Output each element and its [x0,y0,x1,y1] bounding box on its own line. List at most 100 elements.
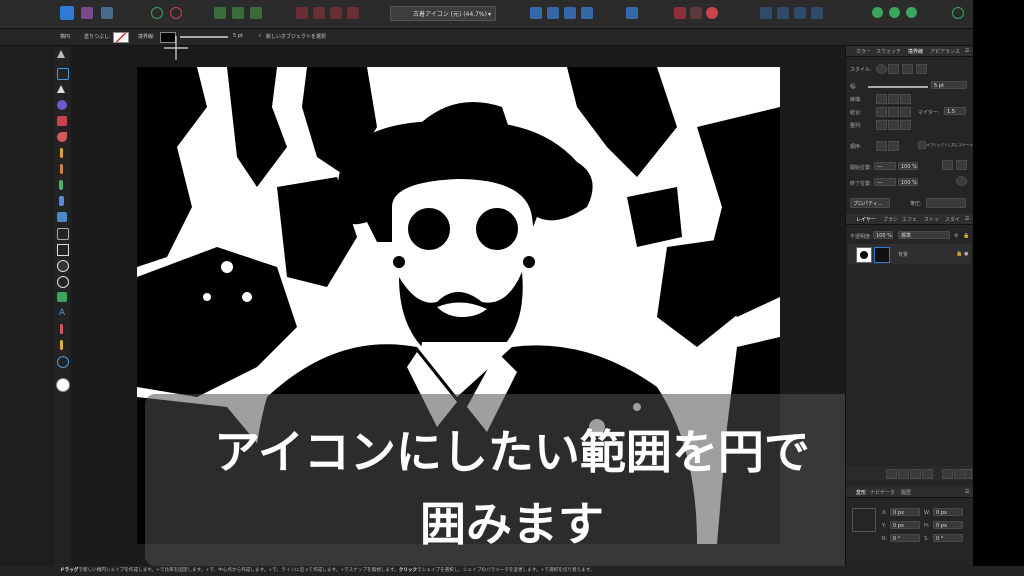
flip-horizontal-icon[interactable] [530,7,542,19]
new-folder-icon[interactable] [942,469,953,479]
move-tool-icon[interactable] [57,50,65,58]
delete-icon[interactable] [964,469,972,479]
tab-stock[interactable]: ストッ [924,216,939,223]
add-layer-icon[interactable] [886,469,897,479]
pen-tool-icon[interactable] [57,132,67,142]
end-scale-input[interactable]: 100 % [898,178,918,186]
boolean-xor-icon[interactable] [347,7,359,19]
tab-effects[interactable]: エフェ [902,216,917,223]
align-inside-icon[interactable] [888,120,899,130]
x-input[interactable]: 0 px [890,508,920,516]
artboard-tool-icon[interactable] [57,68,69,80]
tab-layers[interactable]: レイヤー [856,216,876,223]
lock-icon[interactable]: 🔒 [956,251,962,257]
settings-icon[interactable] [151,7,163,19]
zoom-tool-icon[interactable] [57,356,69,368]
layer-icon[interactable] [794,7,806,19]
scale-checkbox[interactable] [918,141,926,149]
start-arrow-select[interactable]: — [874,162,896,170]
y-input[interactable]: 0 px [890,521,920,529]
snap-icon[interactable] [690,7,702,19]
adjustment-icon[interactable] [910,469,921,479]
checkbox-icon[interactable]: ✓ [258,33,262,39]
visibility-icon[interactable]: ● [964,251,968,257]
tab-navigator[interactable]: ナビゲータ [870,489,895,496]
tab-stroke[interactable]: 境界線 [908,48,923,55]
layer-icon[interactable] [760,7,772,19]
tab-color[interactable]: カラー [856,48,871,55]
snap-icon[interactable] [674,7,686,19]
cap-butt-icon[interactable] [876,94,887,104]
arrow-position-icon[interactable] [956,160,967,170]
arrange-icon[interactable] [626,7,638,19]
fx-icon[interactable] [922,469,933,479]
start-scale-input[interactable]: 100 % [898,162,918,170]
flip-vertical-icon[interactable] [547,7,559,19]
crop-tool-icon[interactable] [57,228,69,240]
text-tool-icon[interactable]: A [57,308,67,318]
properties-button[interactable]: プロパティ... [850,198,890,208]
shape-tool-icon[interactable] [57,292,67,302]
shape-tool-icon[interactable] [57,276,69,288]
anchor-grid-icon[interactable] [852,508,876,532]
color-picker-icon[interactable] [60,324,63,334]
pixel-brush-icon[interactable] [59,180,63,190]
end-arrow-select[interactable]: — [874,178,896,186]
opacity-input[interactable]: 100 % [873,231,893,239]
align-icon[interactable] [214,7,226,19]
corner-tool-icon[interactable] [57,100,67,110]
cap-square-icon[interactable] [900,94,911,104]
persona-pixel-icon[interactable] [81,7,93,19]
cap-round-icon[interactable] [888,94,899,104]
tab-brushes[interactable]: ブラシ [883,216,898,223]
fill-swatch[interactable] [113,32,129,43]
snap-magnet-icon[interactable] [706,7,718,19]
boolean-subtract-icon[interactable] [313,7,325,19]
group-icon[interactable] [889,7,900,18]
mask-icon[interactable] [898,469,909,479]
join-miter-icon[interactable] [876,107,887,117]
layer-icon[interactable] [777,7,789,19]
gear-icon[interactable]: ⚙ [954,233,958,239]
order-front-icon[interactable] [876,141,887,151]
stroke-style-solid-icon[interactable] [888,64,899,74]
layer-icon[interactable] [811,7,823,19]
persona-export-icon[interactable] [101,7,113,19]
reset-icon[interactable] [956,176,967,186]
stroke-style-none-icon[interactable] [876,64,887,74]
panel-menu-icon[interactable]: ☰ [965,489,969,495]
align-icon[interactable] [232,7,244,19]
group-icon[interactable] [906,7,917,18]
ellipse-tool-icon[interactable] [57,260,69,272]
shear-input[interactable]: 0 ° [933,534,963,542]
swap-arrows-icon[interactable] [942,160,953,170]
fill-tool-icon[interactable] [59,196,64,206]
document-selector[interactable]: 古着アイコン (元) (44.7%) ▾ [390,6,496,21]
tab-history[interactable]: 履歴 [901,489,911,496]
point-transform-icon[interactable] [57,116,67,126]
layer-row[interactable]: 背景 🔒 ● [848,244,971,264]
image-place-icon[interactable] [57,212,67,222]
brush-tool-icon[interactable] [60,164,63,174]
persona-designer-icon[interactable] [60,6,74,20]
align-icon[interactable] [250,7,262,19]
lock-icon[interactable]: 🔒 [963,233,969,239]
width-slider[interactable] [868,86,928,88]
pressure-select[interactable] [926,198,966,208]
stroke-style-dash-icon[interactable] [902,64,913,74]
align-center-icon[interactable] [876,120,887,130]
pencil-tool-icon[interactable] [60,148,63,158]
order-back-icon[interactable] [888,141,899,151]
align-outside-icon[interactable] [900,120,911,130]
color-swatch-icon[interactable] [56,378,70,392]
user-icon[interactable] [952,7,964,19]
rotation-input[interactable]: 0 ° [890,534,920,542]
tab-styles[interactable]: スタイ [945,216,960,223]
node-tool-icon[interactable] [57,85,65,93]
w-input[interactable]: 0 px [933,508,963,516]
boolean-intersect-icon[interactable] [330,7,342,19]
join-round-icon[interactable] [888,107,899,117]
h-input[interactable]: 0 px [933,521,963,529]
snapping-icon[interactable] [170,7,182,19]
tab-transform[interactable]: 変形 [856,489,866,496]
